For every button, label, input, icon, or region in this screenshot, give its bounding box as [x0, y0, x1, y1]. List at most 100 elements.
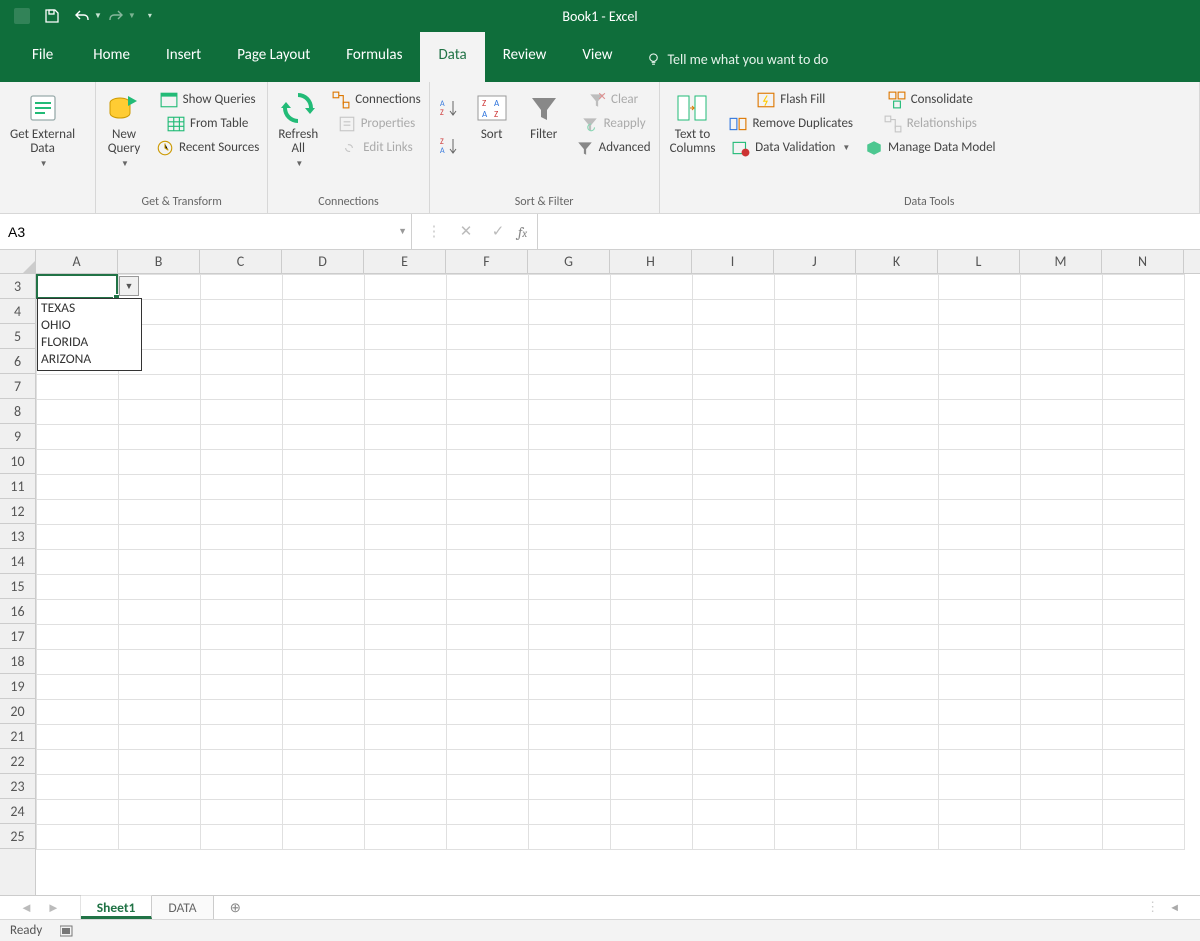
cell[interactable] — [939, 375, 1021, 400]
cell[interactable] — [447, 375, 529, 400]
cell[interactable] — [37, 475, 119, 500]
cell[interactable] — [529, 800, 611, 825]
accept-formula-button[interactable]: ✓ — [486, 222, 510, 241]
cell[interactable] — [365, 375, 447, 400]
cell[interactable] — [1021, 700, 1103, 725]
cell[interactable] — [611, 375, 693, 400]
cell[interactable] — [365, 450, 447, 475]
cell[interactable] — [611, 600, 693, 625]
cell[interactable] — [447, 575, 529, 600]
tell-me-search[interactable]: Tell me what you want to do — [630, 32, 844, 82]
cell[interactable] — [1021, 800, 1103, 825]
cell[interactable] — [283, 700, 365, 725]
cell[interactable] — [1021, 300, 1103, 325]
cell[interactable] — [1021, 450, 1103, 475]
cell[interactable] — [775, 350, 857, 375]
cell[interactable] — [611, 400, 693, 425]
cell[interactable] — [119, 725, 201, 750]
cell[interactable] — [775, 600, 857, 625]
cell[interactable] — [529, 650, 611, 675]
redo-button[interactable] — [102, 3, 130, 29]
cell[interactable] — [37, 725, 119, 750]
cell[interactable] — [447, 525, 529, 550]
cell[interactable] — [365, 300, 447, 325]
sheet-tab-data[interactable]: DATA — [152, 896, 213, 919]
cell[interactable] — [1103, 375, 1185, 400]
cell[interactable] — [365, 500, 447, 525]
row-header[interactable]: 22 — [0, 749, 35, 774]
row-header[interactable]: 15 — [0, 574, 35, 599]
cell[interactable] — [119, 650, 201, 675]
sort-button[interactable]: ZAAZ Sort — [468, 88, 516, 144]
cell[interactable] — [857, 350, 939, 375]
list-item[interactable]: TEXAS — [41, 300, 138, 317]
cell[interactable] — [1103, 825, 1185, 850]
cell[interactable] — [283, 450, 365, 475]
cell[interactable] — [939, 800, 1021, 825]
cell[interactable] — [447, 475, 529, 500]
cell[interactable] — [37, 375, 119, 400]
row-header[interactable]: 24 — [0, 799, 35, 824]
cell[interactable] — [201, 625, 283, 650]
sort-az-button[interactable]: AZ — [434, 92, 464, 124]
cell[interactable] — [693, 800, 775, 825]
cell[interactable] — [201, 575, 283, 600]
name-box-input[interactable] — [8, 224, 403, 240]
cell[interactable] — [201, 525, 283, 550]
recent-sources-button[interactable]: Recent Sources — [152, 136, 263, 160]
cell[interactable] — [939, 625, 1021, 650]
cell[interactable] — [611, 550, 693, 575]
cell[interactable] — [693, 450, 775, 475]
cell[interactable] — [37, 775, 119, 800]
cell[interactable] — [939, 400, 1021, 425]
cell[interactable] — [857, 275, 939, 300]
cell[interactable] — [1021, 425, 1103, 450]
validation-dropdown-button[interactable]: ▼ — [119, 276, 139, 296]
cell[interactable] — [1103, 400, 1185, 425]
cell[interactable] — [447, 500, 529, 525]
cell[interactable] — [119, 550, 201, 575]
cell[interactable] — [201, 650, 283, 675]
sheet-prev-icon[interactable]: ◄ — [20, 900, 33, 916]
cell[interactable] — [775, 750, 857, 775]
cell[interactable] — [1103, 300, 1185, 325]
cell[interactable] — [365, 750, 447, 775]
cell[interactable] — [119, 675, 201, 700]
column-header[interactable]: H — [610, 250, 692, 273]
cell[interactable] — [283, 800, 365, 825]
row-header[interactable]: 6 — [0, 349, 35, 374]
column-header[interactable]: I — [692, 250, 774, 273]
cell[interactable] — [201, 775, 283, 800]
cell[interactable] — [447, 550, 529, 575]
cell[interactable] — [775, 775, 857, 800]
cell[interactable] — [857, 675, 939, 700]
cell[interactable] — [857, 400, 939, 425]
cell[interactable] — [37, 750, 119, 775]
row-header[interactable]: 13 — [0, 524, 35, 549]
cell[interactable] — [611, 675, 693, 700]
cell[interactable] — [37, 600, 119, 625]
fx-icon[interactable]: fx — [518, 223, 527, 241]
column-header[interactable]: M — [1020, 250, 1102, 273]
cell[interactable] — [201, 675, 283, 700]
validation-dropdown-list[interactable]: TEXAS OHIO FLORIDA ARIZONA — [37, 298, 142, 371]
cell[interactable] — [365, 400, 447, 425]
cell[interactable] — [693, 650, 775, 675]
tab-data[interactable]: Data — [420, 32, 484, 82]
cell[interactable] — [529, 425, 611, 450]
cell[interactable] — [365, 800, 447, 825]
cell[interactable] — [447, 800, 529, 825]
new-query-button[interactable]: New Query ▼ — [100, 88, 148, 171]
cell[interactable] — [1103, 775, 1185, 800]
cell[interactable] — [693, 325, 775, 350]
cell[interactable] — [283, 650, 365, 675]
cell[interactable] — [365, 275, 447, 300]
cell[interactable] — [447, 325, 529, 350]
cell[interactable] — [365, 550, 447, 575]
column-header[interactable]: A — [36, 250, 118, 273]
cell[interactable] — [201, 325, 283, 350]
row-header[interactable]: 9 — [0, 424, 35, 449]
column-header[interactable]: G — [528, 250, 610, 273]
cell[interactable] — [529, 400, 611, 425]
cell[interactable] — [611, 275, 693, 300]
